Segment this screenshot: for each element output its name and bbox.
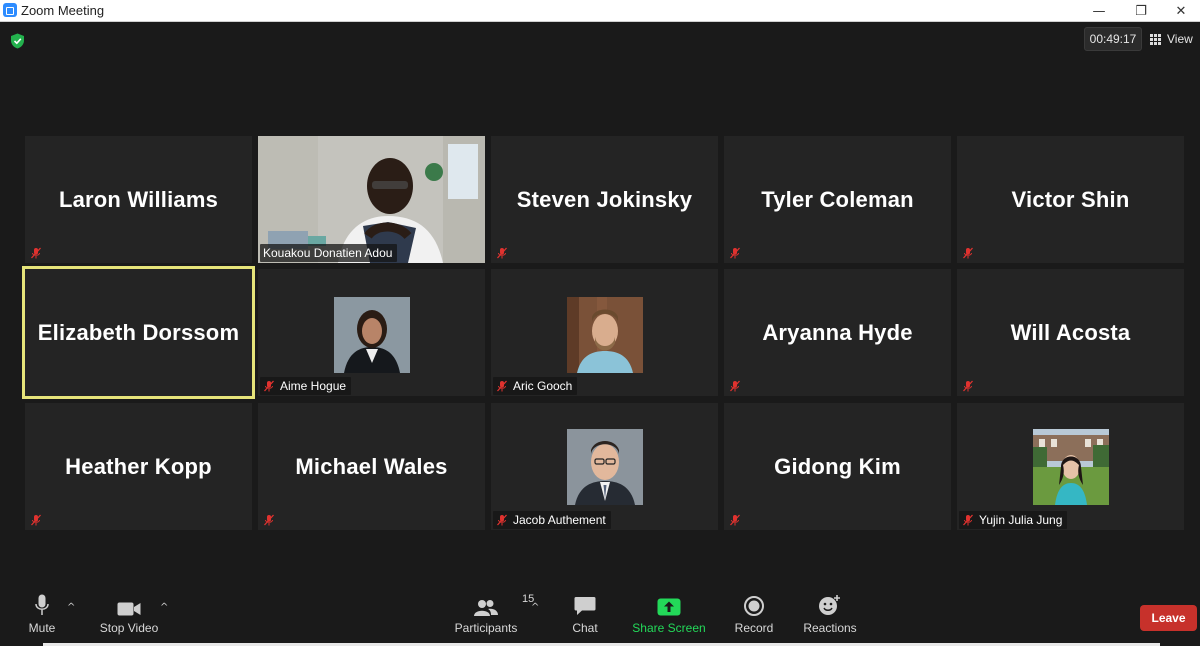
mic-muted-icon [497,514,507,526]
view-button[interactable]: View [1150,27,1193,51]
stop-video-button[interactable]: Stop Video [96,588,162,646]
profile-photo [334,297,410,373]
mic-muted-icon [730,514,740,526]
video-tile[interactable]: Aric Gooch [491,269,718,396]
stop-video-label: Stop Video [99,621,159,635]
share-screen-button[interactable]: Share Screen [632,588,706,646]
video-tile[interactable]: Aryanna Hyde [724,269,951,396]
mute-label: Mute [28,621,56,635]
zoom-app-icon [3,3,17,17]
participants-icon [474,600,498,616]
video-tile[interactable]: Laron Williams [25,136,252,263]
window-title: Zoom Meeting [21,3,105,18]
video-tile[interactable]: Victor Shin [957,136,1184,263]
participant-name: Heather Kopp [65,453,212,479]
mic-muted-icon [963,247,973,259]
video-tile[interactable]: Yujin Julia Jung [957,403,1184,530]
participant-name: Kouakou Donatien Adou [263,246,393,260]
mic-muted-icon [730,380,740,392]
mic-muted-icon [264,380,274,392]
participant-name: Yujin Julia Jung [979,513,1063,527]
participant-label: Aric Gooch [493,377,578,395]
mic-muted-icon [497,247,507,259]
video-camera-icon [117,602,141,616]
security-shield-icon[interactable] [10,33,25,49]
participant-name: Aryanna Hyde [762,319,913,345]
microphone-icon [35,594,49,615]
view-label: View [1167,32,1193,46]
share-screen-icon [657,598,681,616]
mic-muted-icon [497,380,507,392]
chat-button[interactable]: Chat [570,588,600,646]
chat-bubble-icon [574,597,596,615]
participant-label: Jacob Authement [493,511,611,529]
video-tile[interactable]: Tyler Coleman [724,136,951,263]
mic-muted-icon [31,514,41,526]
record-icon [744,596,764,616]
participant-label: Aime Hogue [260,377,352,395]
video-tile[interactable]: Jacob Authement [491,403,718,530]
video-tile[interactable]: Aime Hogue [258,269,485,396]
video-options-chevron-icon[interactable]: ^ [160,602,168,613]
participant-name: Will Acosta [1010,319,1131,345]
record-button[interactable]: Record [733,588,775,646]
chat-label: Chat [572,621,598,635]
grid-view-icon [1150,33,1161,45]
participant-name: Michael Wales [295,453,448,479]
mic-muted-icon [963,380,973,392]
participants-button[interactable]: 15 Participants [452,588,535,646]
video-tile[interactable]: Will Acosta [957,269,1184,396]
participant-name: Victor Shin [1011,186,1130,212]
window-titlebar: Zoom Meeting — ❐ ✕ [0,0,1200,22]
participant-name: Jacob Authement [513,513,606,527]
participant-name: Aime Hogue [280,379,347,393]
participant-label: Kouakou Donatien Adou [260,244,398,262]
meeting-timer: 00:49:17 [1084,27,1142,51]
share-screen-label: Share Screen [632,621,706,635]
profile-photo [567,429,643,505]
participant-name: Elizabeth Dorssom [37,319,240,345]
mic-muted-icon [31,247,41,259]
record-label: Record [734,621,774,635]
video-tile-active-speaker[interactable]: Elizabeth Dorssom [22,266,255,399]
meeting-toolbar: Mute ^ Stop Video ^ 15 Participants ^ Ch… [0,588,1200,646]
participants-label: Participants [454,621,518,635]
audio-options-chevron-icon[interactable]: ^ [67,602,75,613]
profile-photo [1033,429,1109,505]
leave-button[interactable]: Leave [1140,605,1197,631]
video-tile[interactable]: Michael Wales [258,403,485,530]
close-button[interactable]: ✕ [1158,0,1200,22]
participant-name: Tyler Coleman [761,186,914,212]
minimize-button[interactable]: — [1076,0,1122,22]
participant-name: Steven Jokinsky [516,186,693,212]
video-tile[interactable]: Steven Jokinsky [491,136,718,263]
video-tile[interactable]: Gidong Kim [724,403,951,530]
mic-muted-icon [963,514,973,526]
emoji-reaction-icon [819,595,840,615]
mic-muted-icon [730,247,740,259]
participant-label: Yujin Julia Jung [959,511,1068,529]
participant-name: Gidong Kim [774,453,901,479]
mic-muted-icon [264,514,274,526]
profile-photo [567,297,643,373]
reactions-label: Reactions [803,621,857,635]
participant-name: Aric Gooch [513,379,573,393]
mute-button[interactable]: Mute [22,588,62,646]
video-tile[interactable]: Heather Kopp [25,403,252,530]
video-tile[interactable]: Kouakou Donatien Adou [258,136,485,263]
participants-options-chevron-icon[interactable]: ^ [531,602,539,613]
participant-name: Laron Williams [58,186,219,212]
reactions-button[interactable]: Reactions [802,588,858,646]
